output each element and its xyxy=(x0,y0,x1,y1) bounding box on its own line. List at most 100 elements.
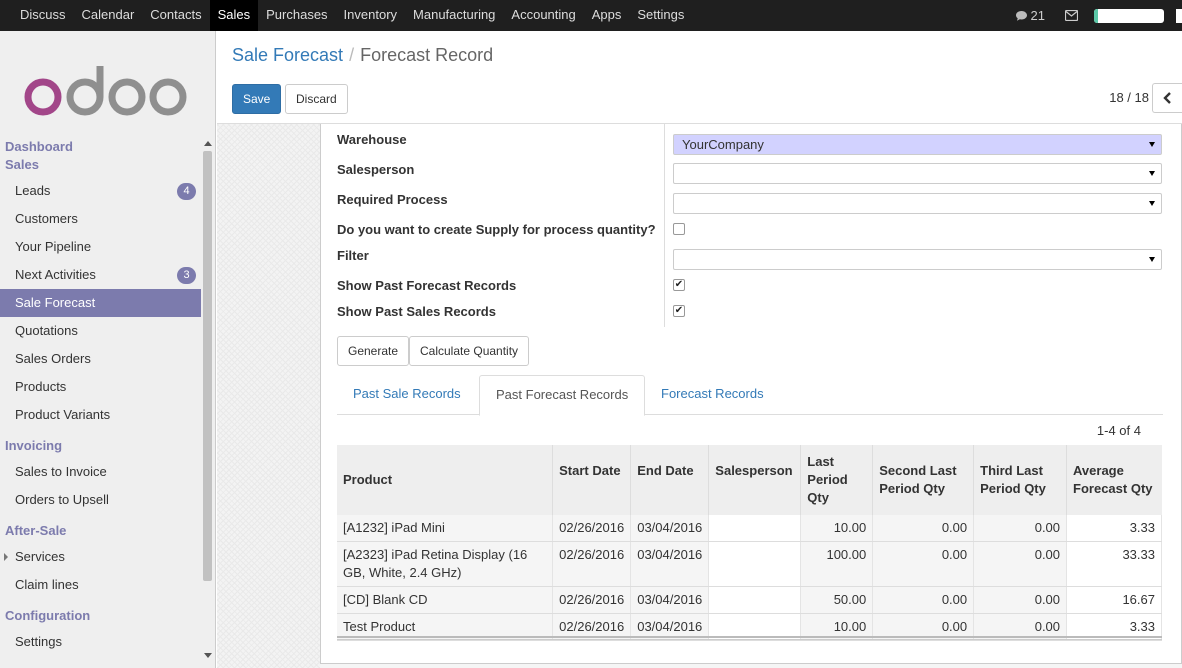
column-header-start-date[interactable]: Start Date xyxy=(552,445,632,515)
expand-caret-icon[interactable] xyxy=(4,553,8,561)
generate-button[interactable]: Generate xyxy=(337,336,410,366)
menu-accounting[interactable]: Accounting xyxy=(503,0,583,31)
dropdown-arrow-icon xyxy=(1149,257,1155,262)
column-header-average-forecast-qty[interactable]: Average Forecast Qty xyxy=(1066,445,1162,515)
create-supply-label: Do you want to create Supply for process… xyxy=(337,222,656,237)
sidebar-item-label: Settings xyxy=(15,634,62,649)
discard-button[interactable]: Discard xyxy=(285,84,348,114)
sidebar-heading-sales: Sales xyxy=(5,157,39,172)
user-menu[interactable] xyxy=(1176,8,1182,23)
mail-button[interactable] xyxy=(1065,10,1078,21)
table-row[interactable]: [CD] Blank CD 02/26/2016 03/04/2016 50.0… xyxy=(337,586,1162,614)
sidebar-item-sales-to-invoice[interactable]: Sales to Invoice xyxy=(0,458,201,486)
salesperson-select[interactable] xyxy=(673,163,1162,184)
sidebar-item-sale-forecast[interactable]: Sale Forecast xyxy=(0,289,201,317)
tab-forecast-records[interactable]: Forecast Records xyxy=(645,375,780,415)
cell-third-last-period-qty: 0.00 xyxy=(973,586,1068,614)
sidebar-item-label: Leads xyxy=(15,183,51,198)
chat-count: 21 xyxy=(1030,8,1045,23)
sidebar-item-label: Customers xyxy=(15,211,78,226)
required-process-select[interactable] xyxy=(673,193,1162,214)
dropdown-arrow-icon xyxy=(1149,201,1155,206)
scroll-up-arrow-icon[interactable] xyxy=(204,141,212,146)
show-past-sales-checkbox[interactable]: ✔ xyxy=(673,305,685,317)
sidebar: Dashboard Sales Leads 4 Customers Your P… xyxy=(0,31,216,668)
sidebar-item-quotations[interactable]: Quotations xyxy=(0,317,201,345)
odoo-logo xyxy=(24,66,187,116)
chat-bubble-icon xyxy=(1015,10,1027,21)
show-past-sales-label: Show Past Sales Records xyxy=(337,304,496,319)
cell-last-period-qty: 10.00 xyxy=(800,515,874,542)
sidebar-item-orders-to-upsell[interactable]: Orders to Upsell xyxy=(0,486,201,514)
menu-calendar[interactable]: Calendar xyxy=(74,0,143,31)
sidebar-item-label: Sales Orders xyxy=(15,351,91,366)
cell-salesperson xyxy=(708,586,802,614)
tab-past-forecast-records[interactable]: Past Forecast Records xyxy=(479,375,646,416)
top-navbar: Discuss Calendar Contacts Sales Purchase… xyxy=(0,0,1182,31)
table-row[interactable]: [A1232] iPad Mini 02/26/2016 03/04/2016 … xyxy=(337,515,1162,542)
messaging-menu[interactable]: 21 xyxy=(1015,8,1045,23)
table-row[interactable]: [A2323] iPad Retina Display (16 GB, Whit… xyxy=(337,541,1162,587)
form-view: Warehouse YourCompany Salesperson Requir… xyxy=(217,124,1182,668)
breadcrumb-parent-link[interactable]: Sale Forecast xyxy=(232,45,343,65)
cell-end-date: 03/04/2016 xyxy=(630,541,710,587)
dropdown-arrow-icon xyxy=(1149,142,1155,147)
cell-second-last-period-qty: 0.00 xyxy=(872,515,975,542)
count-badge: 3 xyxy=(177,267,196,284)
menu-purchases[interactable]: Purchases xyxy=(258,0,335,31)
cell-last-period-qty: 50.00 xyxy=(800,586,874,614)
sidebar-item-product-variants[interactable]: Product Variants xyxy=(0,401,201,429)
show-past-forecast-checkbox[interactable]: ✔ xyxy=(673,279,685,291)
sidebar-item-next-activities[interactable]: Next Activities 3 xyxy=(0,261,201,289)
menu-sales[interactable]: Sales xyxy=(209,0,259,31)
save-button[interactable]: Save xyxy=(232,84,282,114)
cell-end-date: 03/04/2016 xyxy=(630,515,710,542)
scroll-down-arrow-icon[interactable] xyxy=(204,653,212,658)
sidebar-item-label: Orders to Upsell xyxy=(15,492,109,507)
menu-manufacturing[interactable]: Manufacturing xyxy=(405,0,503,31)
warehouse-label: Warehouse xyxy=(337,132,407,147)
column-header-second-last-period-qty[interactable]: Second Last Period Qty xyxy=(872,445,975,515)
sidebar-item-settings[interactable]: Settings xyxy=(0,628,201,656)
menu-contacts[interactable]: Contacts xyxy=(142,0,209,31)
menu-apps[interactable]: Apps xyxy=(584,0,630,31)
tab-past-sale-records[interactable]: Past Sale Records xyxy=(337,375,477,415)
systray: 21 xyxy=(1015,0,1182,31)
sidebar-scrollbar[interactable] xyxy=(203,151,212,581)
column-header-salesperson[interactable]: Salesperson xyxy=(708,445,802,515)
sidebar-item-services[interactable]: Services xyxy=(0,543,201,571)
sidebar-item-products[interactable]: Products xyxy=(0,373,201,401)
warehouse-value: YourCompany xyxy=(682,137,764,152)
sidebar-item-customers[interactable]: Customers xyxy=(0,205,201,233)
cell-start-date: 02/26/2016 xyxy=(552,586,632,614)
chevron-left-icon xyxy=(1163,92,1171,104)
calculate-quantity-button[interactable]: Calculate Quantity xyxy=(409,336,530,366)
sidebar-item-label: Sales to Invoice xyxy=(15,464,107,479)
sidebar-item-your-pipeline[interactable]: Your Pipeline xyxy=(0,233,201,261)
sidebar-item-claim-lines[interactable]: Claim lines xyxy=(0,571,201,599)
sidebar-heading-invoicing: Invoicing xyxy=(5,438,63,453)
pager-previous-button[interactable] xyxy=(1152,83,1182,113)
record-counter: 1-4 of 4 xyxy=(1096,423,1141,438)
show-past-forecast-label: Show Past Forecast Records xyxy=(337,278,517,293)
cell-end-date: 03/04/2016 xyxy=(630,586,710,614)
sidebar-heading-dashboard[interactable]: Dashboard xyxy=(5,139,73,154)
menu-settings[interactable]: Settings xyxy=(629,0,692,31)
menu-discuss[interactable]: Discuss xyxy=(12,0,74,31)
sidebar-item-leads[interactable]: Leads 4 xyxy=(0,177,201,205)
column-header-last-period-qty[interactable]: Last Period Qty xyxy=(800,445,874,515)
column-header-end-date[interactable]: End Date xyxy=(630,445,710,515)
sidebar-item-sales-orders[interactable]: Sales Orders xyxy=(0,345,201,373)
envelope-icon xyxy=(1065,10,1078,21)
filter-select[interactable] xyxy=(673,249,1162,270)
sidebar-item-label: Your Pipeline xyxy=(15,239,92,254)
cell-salesperson xyxy=(708,541,802,587)
create-supply-checkbox[interactable] xyxy=(673,223,685,235)
cell-last-period-qty: 100.00 xyxy=(800,541,874,587)
column-header-product[interactable]: Product xyxy=(337,445,554,515)
column-header-third-last-period-qty[interactable]: Third Last Period Qty xyxy=(973,445,1068,515)
warehouse-select[interactable]: YourCompany xyxy=(673,134,1162,155)
salesperson-label: Salesperson xyxy=(337,162,415,177)
cell-product: [A1232] iPad Mini xyxy=(337,515,554,542)
menu-inventory[interactable]: Inventory xyxy=(336,0,405,31)
